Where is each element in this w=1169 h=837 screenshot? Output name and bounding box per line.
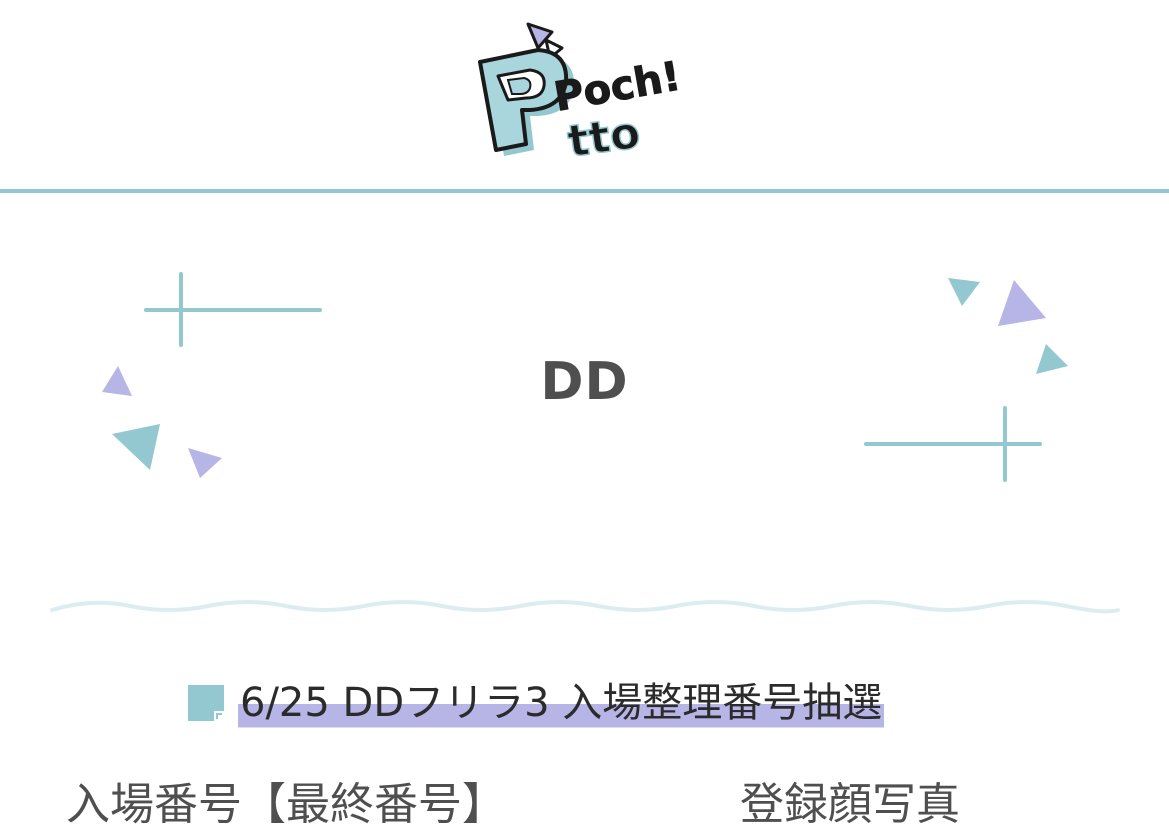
logo-text-tto: tto [565, 107, 644, 168]
triangle-decoration [998, 280, 1046, 326]
face-photo-label: 登録顔写真 [740, 779, 960, 830]
triangle-decoration [188, 448, 222, 478]
event-title: 6/25 DDフリラ3 入場整理番号抽選 [238, 675, 885, 731]
entry-number-label: 入場番号【最終番号】 [66, 779, 506, 830]
triangle-decoration [112, 424, 160, 470]
wave-divider [50, 600, 1120, 614]
pochitto-logo[interactable]: Poch! tto [468, 18, 708, 168]
hero-title: DD [540, 352, 629, 412]
header-divider [0, 189, 1169, 193]
header: Poch! tto [0, 0, 1169, 190]
note-icon [188, 685, 224, 721]
cross-decoration-right [864, 406, 1042, 482]
event-heading: 6/25 DDフリラ3 入場整理番号抽選 [186, 668, 885, 738]
triangle-decoration [948, 278, 980, 306]
cross-decoration-left [144, 272, 322, 347]
field-labels-row: 入場番号【最終番号】 登録顔写真 [0, 772, 1169, 837]
page: Poch! tto DD 6/25 DDフリラ3 入場整理番号抽選 入場番号【最… [0, 0, 1169, 837]
